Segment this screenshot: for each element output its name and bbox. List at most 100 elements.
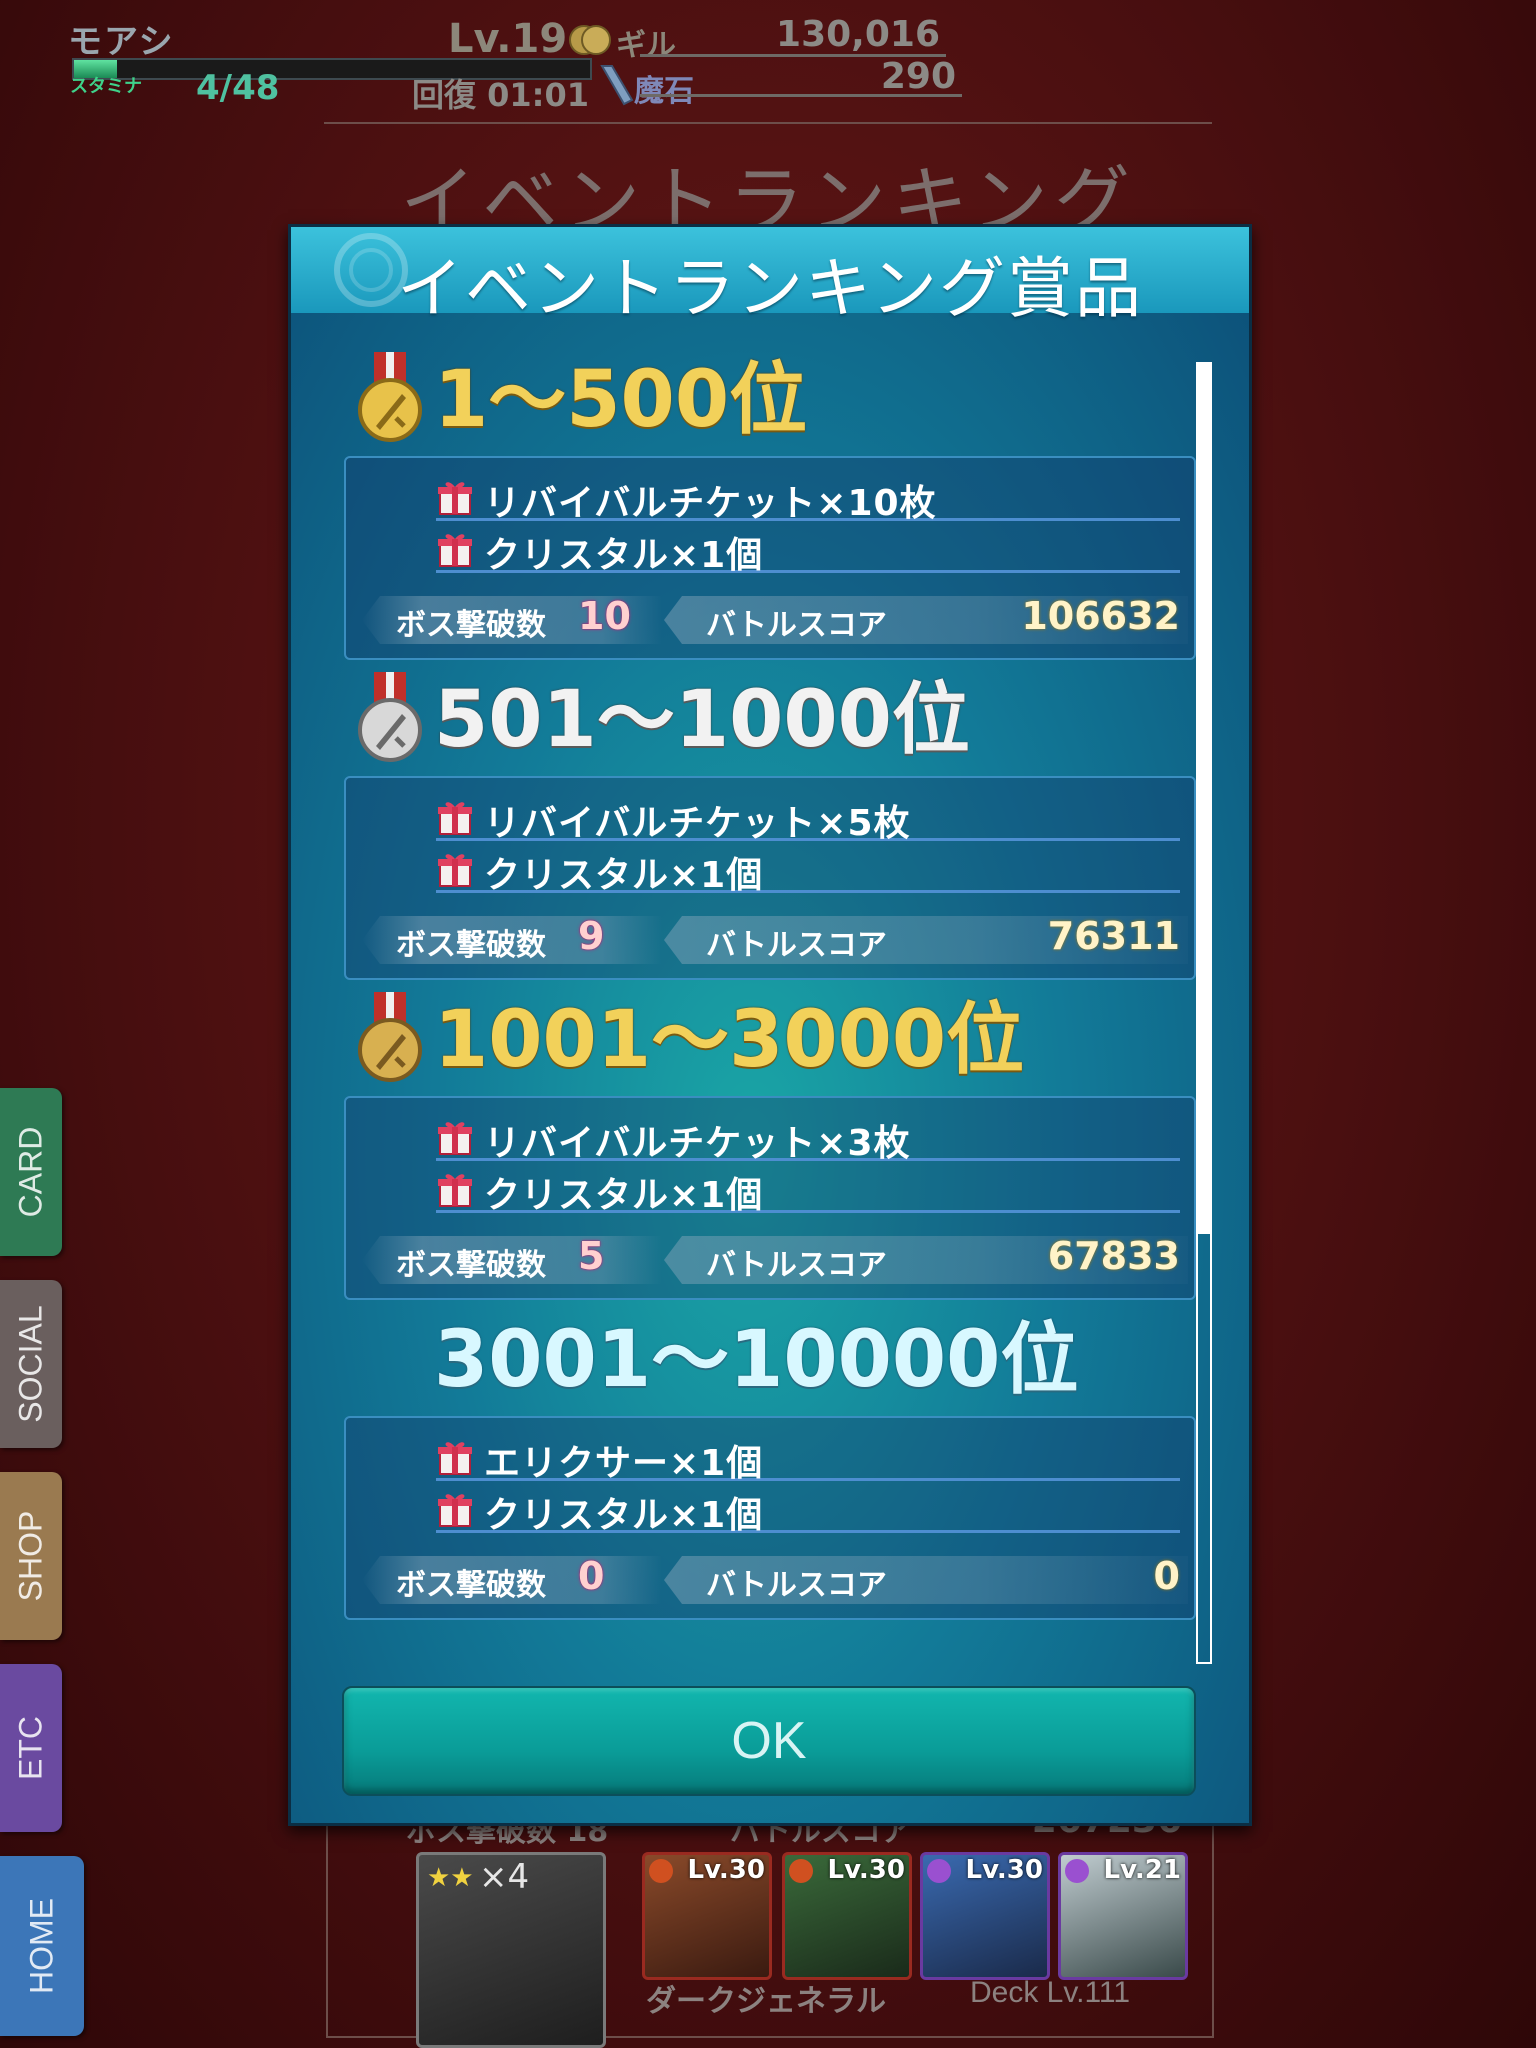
dialog-header: イベントランキング賞品 <box>291 227 1249 327</box>
tier-rank-range: 501～1000位 <box>434 675 970 765</box>
deck-level: Deck Lv.111 <box>970 1976 1131 2009</box>
reward-item: クリスタル×1個 <box>436 844 1180 896</box>
reward-item: リバイバルチケット×3枚 <box>436 1112 1180 1164</box>
tab-shop-label: SHOP <box>12 1510 49 1602</box>
tier-reward-box: リバイバルチケット×3枚 クリスタル×1個ボス撃破数 5 バトルスコア 67833 <box>344 1096 1196 1300</box>
tier-header: 1001～3000位 <box>344 992 1196 1088</box>
leader-count: ×4 <box>479 1857 530 1897</box>
deck-card-3[interactable]: Lv.30 <box>920 1852 1050 1980</box>
tab-social-label: SOCIAL <box>12 1305 49 1423</box>
tier-header: 1～500位 <box>344 352 1196 448</box>
tier-header: 3001～10000位 <box>344 1312 1196 1408</box>
reward-text: リバイバルチケット×5枚 <box>484 803 911 844</box>
deck-card-2[interactable]: Lv.30 <box>782 1852 912 1980</box>
tier-rank-range: 1～500位 <box>434 355 808 445</box>
boss-kill-label: ボス撃破数 <box>396 608 546 643</box>
card-level: Lv.30 <box>687 1855 765 1885</box>
tab-home[interactable]: HOME <box>0 1856 84 2036</box>
gift-icon <box>438 1442 472 1475</box>
reward-text: エリクサー×1個 <box>484 1443 764 1484</box>
boss-kill-value: 9 <box>578 914 605 958</box>
gift-icon <box>438 802 472 835</box>
reward-tier: 3001～10000位 エリクサー×1個 クリスタル×1個 ボス撃破数 0 バトルスコア 0 <box>344 1312 1196 1620</box>
reward-text: クリスタル×1個 <box>484 1495 764 1536</box>
gil-value: 130,016 <box>776 14 940 55</box>
boss-kill-value: 5 <box>578 1234 605 1278</box>
gift-icon <box>438 1494 472 1527</box>
battle-score-label: バトルスコア <box>706 608 887 643</box>
battle-score-stat: バトルスコア 0 <box>664 1556 1188 1604</box>
reward-item: クリスタル×1個 <box>436 524 1180 576</box>
battle-score-value: 106632 <box>1021 594 1180 638</box>
tier-reward-box: リバイバルチケット×10枚 クリスタル×1個ボス撃破数 10 バトルスコア 106632 <box>344 456 1196 660</box>
gift-icon <box>438 1174 472 1207</box>
header-divider <box>324 122 1212 124</box>
reward-tier: 501～1000位 リバイバルチケット×5枚 クリスタル×1個 ボス撃破数 9 バトルスコ… <box>344 672 1196 980</box>
fire-element-icon <box>649 1859 673 1883</box>
stamina-value: 4/48 <box>196 68 280 108</box>
magicite-label: 魔石 <box>634 74 694 109</box>
reward-item: クリスタル×1個 <box>436 1164 1180 1216</box>
battle-score-label: バトルスコア <box>706 928 887 963</box>
boss-kill-label: ボス撃破数 <box>396 1568 546 1603</box>
tab-card-label: CARD <box>12 1126 49 1218</box>
status-bar: モアシ スタミナ 4/48 Lv.19 回復 01:01 ギル 130,016 … <box>0 0 1536 120</box>
battle-score-stat: バトルスコア 106632 <box>664 596 1188 644</box>
reward-text: リバイバルチケット×3枚 <box>484 1123 911 1164</box>
battle-score-stat: バトルスコア 67833 <box>664 1236 1188 1284</box>
gift-icon <box>438 1122 472 1155</box>
gold-medal-icon <box>358 352 422 442</box>
gift-icon <box>438 854 472 887</box>
reward-text: クリスタル×1個 <box>484 855 764 896</box>
magicite-value: 290 <box>880 56 956 97</box>
reward-item: エリクサー×1個 <box>436 1432 1180 1484</box>
reward-item: クリスタル×1個 <box>436 1484 1180 1536</box>
tab-card[interactable]: CARD <box>0 1088 62 1256</box>
deck-card-1[interactable]: Lv.30 <box>642 1852 772 1980</box>
deck-card-4[interactable]: Lv.21 <box>1058 1852 1188 1980</box>
battle-score-stat: バトルスコア 76311 <box>664 916 1188 964</box>
star-rating-icon: ★★ <box>427 1863 474 1893</box>
reward-item: リバイバルチケット×5枚 <box>436 792 1180 844</box>
reward-tier: 1001～3000位リバイバルチケット×3枚 クリスタル×1個ボス撃破数 5 バトルス… <box>344 992 1196 1300</box>
reward-text: リバイバルチケット×10枚 <box>484 483 937 524</box>
player-level: Lv.19 <box>448 16 568 62</box>
gift-icon <box>438 482 472 515</box>
battle-score-value: 0 <box>1153 1554 1180 1598</box>
battle-score-value: 76311 <box>1047 914 1180 958</box>
boss-kill-value: 10 <box>578 594 631 638</box>
card-level: Lv.21 <box>1103 1855 1181 1885</box>
tab-shop[interactable]: SHOP <box>0 1472 62 1640</box>
tab-etc[interactable]: ETC <box>0 1664 62 1832</box>
boss-kill-stat: ボス撃破数 5 <box>362 1236 662 1284</box>
reward-text: クリスタル×1個 <box>484 1175 764 1216</box>
ok-button-label: OK <box>731 1712 807 1770</box>
recover-timer: 回復 01:01 <box>412 76 590 114</box>
boss-kill-stat: ボス撃破数 10 <box>362 596 662 644</box>
magicite-icon <box>600 65 634 106</box>
gil-label: ギル <box>616 28 676 63</box>
tab-home-label: HOME <box>23 1898 60 1994</box>
dark-element-icon <box>1065 1859 1089 1883</box>
dialog-title: イベントランキング賞品 <box>396 250 1144 327</box>
tier-reward-box: エリクサー×1個 クリスタル×1個 ボス撃破数 0 バトルスコア 0 <box>344 1416 1196 1620</box>
tier-rank-range: 1001～3000位 <box>434 995 1025 1085</box>
stamina-label: スタミナ <box>70 76 142 97</box>
tier-header: 501～1000位 <box>344 672 1196 768</box>
boss-kill-label: ボス撃破数 <box>396 1248 546 1283</box>
boss-kill-stat: ボス撃破数 0 <box>362 1556 662 1604</box>
tab-social[interactable]: SOCIAL <box>0 1280 62 1448</box>
battle-score-label: バトルスコア <box>706 1568 887 1603</box>
leader-name: ダークジェネラル <box>646 1984 886 2019</box>
tier-rank-range: 3001～10000位 <box>434 1315 1079 1405</box>
tab-etc-label: ETC <box>12 1716 49 1780</box>
gil-coin-icon <box>569 25 611 55</box>
scrollbar-thumb[interactable] <box>1196 362 1212 1234</box>
ok-button[interactable]: OK <box>342 1686 1196 1796</box>
reward-item: リバイバルチケット×10枚 <box>436 472 1180 524</box>
tier-reward-box: リバイバルチケット×5枚 クリスタル×1個 ボス撃破数 9 バトルスコア 76311 <box>344 776 1196 980</box>
reward-tier: 1～500位リバイバルチケット×10枚 クリスタル×1個ボス撃破数 10 バトルスコア… <box>344 352 1196 660</box>
battle-score-label: バトルスコア <box>706 1248 887 1283</box>
leader-card[interactable]: ★★ ×4 <box>416 1852 606 2048</box>
silver-medal-icon <box>358 672 422 762</box>
